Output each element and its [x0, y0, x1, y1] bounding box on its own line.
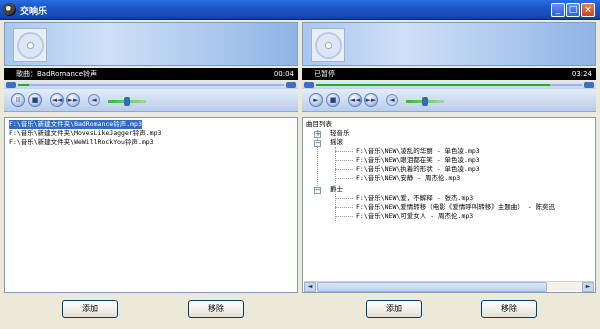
next-button[interactable]: ►►	[66, 93, 80, 107]
expand-icon[interactable]: +	[314, 131, 321, 138]
tree-connector	[335, 169, 353, 170]
tree-connector	[335, 160, 353, 161]
player-right: 已暂停 03:24 ► ■ ◄◄ ►► ◄	[302, 22, 596, 114]
collapse-icon[interactable]: −	[314, 187, 321, 194]
tree-connector	[335, 178, 353, 179]
progress-fill	[18, 84, 29, 86]
progress-bar[interactable]	[4, 81, 298, 89]
remove-button-left[interactable]: 移除	[188, 300, 244, 318]
horizontal-scrollbar[interactable]: ◄ ►	[304, 281, 594, 292]
tree-song[interactable]: F:\音乐\NEW\爱，不解释 - 张杰.mp3	[356, 194, 473, 203]
progress-bar[interactable]	[302, 81, 596, 89]
tree-song[interactable]: F:\音乐\NEW\可爱女人 - 周杰伦.mp3	[356, 212, 473, 221]
add-button-left[interactable]: 添加	[62, 300, 118, 318]
app-icon	[3, 3, 16, 16]
player-banner	[4, 22, 298, 66]
control-bar: II ■ ◄◄ ►► ◄	[4, 89, 298, 112]
progress-fill	[316, 84, 551, 86]
volume-icon[interactable]: ◄	[88, 94, 100, 106]
list-item[interactable]: F:\音乐\新建文件夹\MovesLikeJagger铃声.mp3	[9, 129, 161, 138]
seek-forward-handle[interactable]	[584, 82, 594, 88]
maximize-button[interactable]: □	[566, 3, 580, 17]
tree-song[interactable]: F:\音乐\NEW\凌乱的华丽 - 单色凌.mp3	[356, 147, 480, 156]
stop-button[interactable]: ■	[28, 93, 42, 107]
tree-song[interactable]: F:\音乐\NEW\执着的形状 - 单色凌.mp3	[356, 165, 480, 174]
tree-connector	[335, 216, 353, 217]
seek-forward-handle[interactable]	[286, 82, 296, 88]
song-info-bar: 歌曲：BadRomance铃声 00:04	[4, 68, 298, 80]
collapse-icon[interactable]: −	[314, 140, 321, 147]
player-left: 歌曲：BadRomance铃声 00:04 II ■ ◄◄ ►► ◄	[4, 22, 298, 114]
close-button[interactable]: ×	[581, 3, 595, 17]
progress-track[interactable]	[316, 84, 582, 86]
stop-button[interactable]: ■	[326, 93, 340, 107]
status-label: 已暂停	[314, 70, 335, 78]
tree-song[interactable]: F:\音乐\NEW\爱情转移（电影《爱情呼叫转移》主题曲） - 陈奕迅	[356, 203, 555, 212]
minimize-button[interactable]: _	[551, 3, 565, 17]
pause-button[interactable]: II	[11, 93, 25, 107]
progress-track[interactable]	[18, 84, 284, 86]
cd-icon	[315, 32, 342, 59]
volume-icon[interactable]: ◄	[386, 94, 398, 106]
track-tree[interactable]: 曲目列表 + 轻音乐 − 摇滚 F:\音乐\NEW\凌乱的华丽 - 单色凌.mp…	[302, 117, 596, 293]
tree-category-rock[interactable]: 摇滚	[330, 138, 343, 147]
tree-category-light-music[interactable]: 轻音乐	[330, 129, 350, 138]
tree-connector	[335, 151, 353, 152]
cd-art	[13, 28, 47, 62]
tree-song[interactable]: F:\音乐\NEW\安静 - 周杰伦.mp3	[356, 174, 460, 183]
player-banner	[302, 22, 596, 66]
tree-song[interactable]: F:\音乐\NEW\眼泪都在笑 - 单色凌.mp3	[356, 156, 480, 165]
seek-back-handle[interactable]	[6, 82, 16, 88]
song-info-bar: 已暂停 03:24	[302, 68, 596, 80]
volume-knob[interactable]	[422, 97, 428, 106]
tree-root[interactable]: 曲目列表	[306, 120, 332, 129]
tree-connector	[335, 198, 353, 199]
window-title: 交响乐	[20, 7, 48, 17]
cd-art	[311, 28, 345, 62]
time-display: 00:04	[273, 70, 294, 78]
remove-button-right[interactable]: 移除	[481, 300, 537, 318]
list-item[interactable]: F:\音乐\新建文件夹\BadRomance铃声.mp3	[9, 120, 142, 129]
playlist-box[interactable]: F:\音乐\新建文件夹\BadRomance铃声.mp3 F:\音乐\新建文件夹…	[4, 117, 298, 293]
previous-button[interactable]: ◄◄	[50, 93, 64, 107]
song-label: 歌曲：BadRomance铃声	[16, 70, 98, 78]
next-button[interactable]: ►►	[364, 93, 378, 107]
time-display: 03:24	[571, 70, 592, 78]
list-item[interactable]: F:\音乐\新建文件夹\WeWillRockYou铃声.mp3	[9, 138, 154, 147]
previous-button[interactable]: ◄◄	[348, 93, 362, 107]
tree-category-jazz[interactable]: 爵士	[330, 185, 343, 194]
volume-knob[interactable]	[124, 97, 130, 106]
control-bar: ► ■ ◄◄ ►► ◄	[302, 89, 596, 112]
title-bar: 交响乐 _ □ ×	[0, 0, 600, 20]
scroll-thumb[interactable]	[317, 282, 547, 292]
cd-icon	[17, 32, 44, 59]
seek-back-handle[interactable]	[304, 82, 314, 88]
scroll-right-icon[interactable]: ►	[582, 282, 594, 292]
play-button[interactable]: ►	[309, 93, 323, 107]
scroll-left-icon[interactable]: ◄	[304, 282, 316, 292]
add-button-right[interactable]: 添加	[366, 300, 422, 318]
tree-connector	[335, 207, 353, 208]
